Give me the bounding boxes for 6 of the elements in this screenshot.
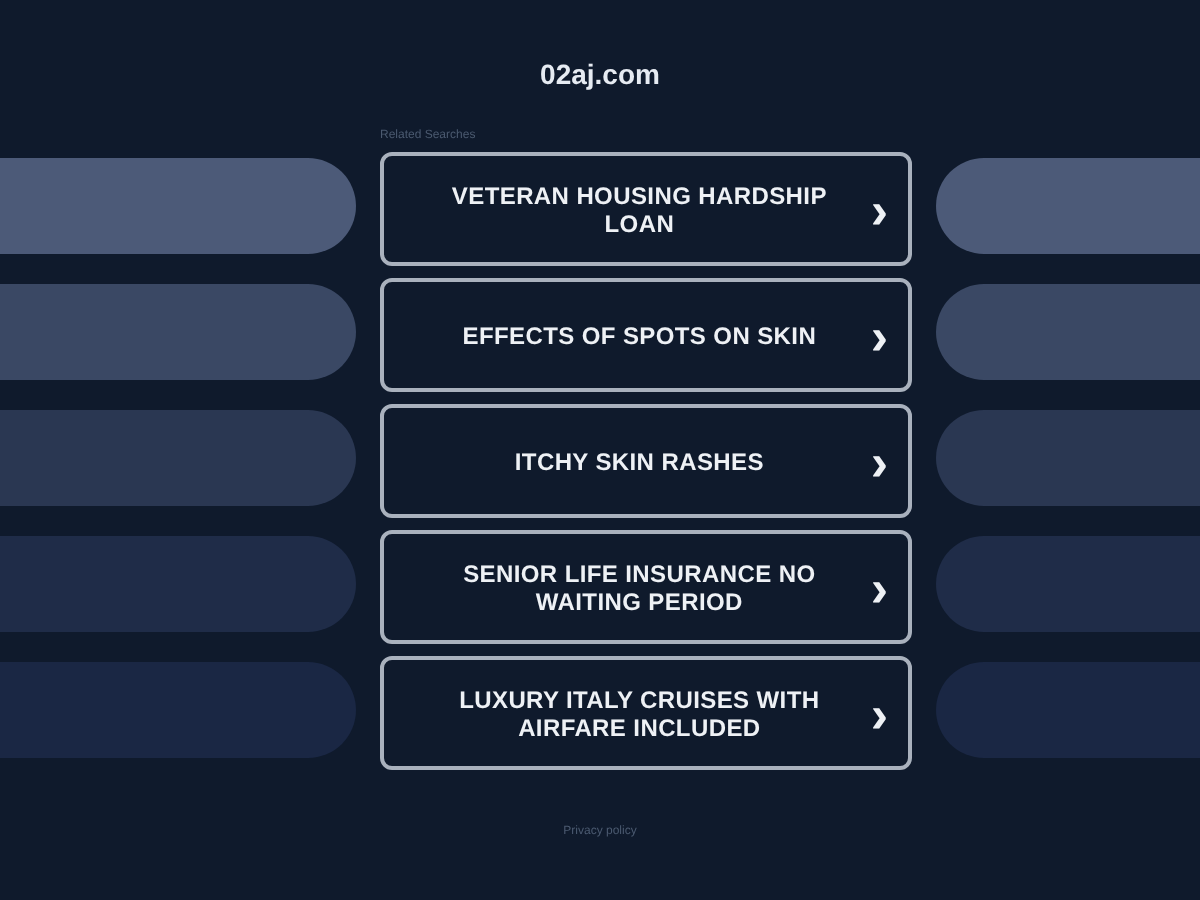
search-link[interactable]: SENIOR LIFE INSURANCE NO WAITING PERIOD › <box>380 530 912 644</box>
search-link[interactable]: ITCHY SKIN RASHES › <box>380 404 912 518</box>
search-link[interactable]: LUXURY ITALY CRUISES WITH AIRFARE INCLUDED › <box>380 656 912 770</box>
search-link[interactable]: EFFECTS OF SPOTS ON SKIN › <box>380 278 912 392</box>
site-domain: 02aj.com <box>540 58 660 94</box>
search-link[interactable]: VETERAN HOUSING HARDSHIP LOAN › <box>380 152 912 266</box>
